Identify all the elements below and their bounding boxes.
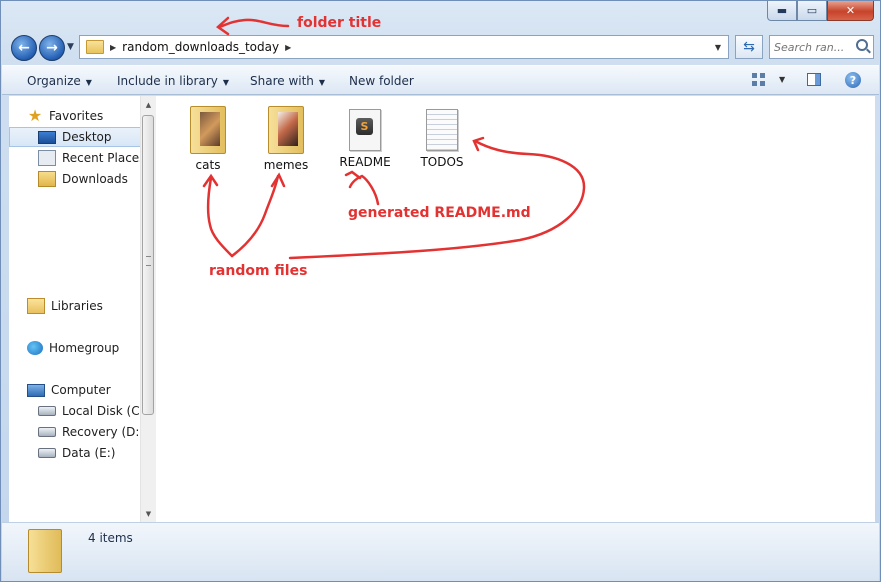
sidebar-item-label: Downloads [62, 172, 128, 186]
chevron-down-icon: ▼ [318, 78, 326, 87]
include-in-library-label: Include in library [117, 74, 218, 88]
navigation-pane: ★ Favorites Desktop Recent Places Downloa… [9, 96, 156, 522]
command-bar: Organize ▼ Include in library ▼ Share with… [2, 65, 879, 95]
organize-label: Organize [27, 74, 81, 88]
explorer-window: ▬ ▭ ✕ ← → ▼ ▶ random_downloads_today ▶ ▼… [0, 0, 881, 582]
sidebar-item-label: Recovery (D:) [62, 425, 145, 439]
address-dropdown[interactable]: ▼ [708, 36, 728, 58]
file-name: memes [263, 158, 309, 172]
recent-pages-dropdown[interactable]: ▼ [67, 42, 74, 52]
grip-icon [146, 256, 151, 266]
file-item-readme[interactable]: S README [335, 109, 395, 169]
change-view-icon[interactable] [752, 73, 766, 87]
downloads-icon [38, 171, 56, 187]
organize-menu[interactable]: Organize ▼ [27, 74, 92, 88]
annotation-random-files: random files [209, 263, 308, 279]
search-input[interactable] [770, 36, 862, 58]
navigation-row: ← → ▼ ▶ random_downloads_today ▶ ▼ ⇆ [9, 33, 875, 61]
sidebar-item-label: Homegroup [49, 341, 120, 355]
arrow-left-icon: ← [18, 40, 30, 56]
libraries-icon [27, 298, 45, 314]
file-item-memes[interactable]: memes [256, 106, 316, 172]
breadcrumb-chevron-icon[interactable]: ▶ [110, 43, 116, 52]
help-icon[interactable]: ? [845, 72, 861, 88]
recent-places-icon [38, 150, 56, 166]
sidebar-item-label: Data (E:) [62, 446, 116, 460]
file-item-cats[interactable]: cats [178, 106, 238, 172]
scroll-down-icon[interactable]: ▼ [141, 505, 156, 522]
folder-icon [268, 106, 304, 154]
arrow-right-icon: → [46, 40, 58, 56]
sublime-text-file-icon: S [349, 109, 381, 151]
sidebar-item-label: Libraries [51, 299, 103, 313]
text-file-icon [426, 109, 458, 151]
item-count: 4 items [88, 531, 133, 545]
include-in-library-menu[interactable]: Include in library ▼ [117, 74, 229, 88]
sidebar-item-data-e[interactable]: Data (E:) [38, 443, 115, 463]
maximize-button[interactable]: ▭ [797, 1, 827, 21]
hard-drive-icon [38, 406, 56, 416]
chevron-down-icon: ▼ [85, 78, 92, 87]
back-button[interactable]: ← [11, 35, 37, 61]
file-name: README [339, 155, 391, 169]
photo-thumbnail [200, 112, 220, 146]
search-icon[interactable] [856, 39, 868, 51]
sidebar-item-recent-places[interactable]: Recent Places [38, 148, 145, 168]
breadcrumb-folder[interactable]: random_downloads_today [122, 40, 279, 54]
close-button[interactable]: ✕ [827, 1, 874, 21]
sidebar-item-label: Local Disk (C:) [62, 404, 149, 418]
refresh-button[interactable]: ⇆ [735, 35, 763, 59]
star-icon: ★ [27, 106, 43, 125]
folder-icon [190, 106, 226, 154]
share-with-menu[interactable]: Share with ▼ [250, 74, 325, 88]
file-list: cats memes S README TODOS [156, 96, 875, 522]
sidebar-scrollbar[interactable]: ▲ ▼ [140, 96, 156, 522]
search-box[interactable] [769, 35, 874, 59]
address-bar[interactable]: ▶ random_downloads_today ▶ ▼ [79, 35, 729, 59]
share-with-label: Share with [250, 74, 314, 88]
sidebar-item-label: Desktop [62, 130, 112, 144]
chevron-down-icon: ▼ [222, 78, 230, 87]
sidebar-item-local-disk-c[interactable]: Local Disk (C:) [38, 401, 148, 421]
folder-icon [86, 40, 104, 54]
sidebar-item-desktop[interactable]: Desktop [9, 127, 145, 147]
file-item-todos[interactable]: TODOS [412, 109, 472, 169]
sidebar-item-homegroup[interactable]: Homegroup [27, 338, 119, 358]
preview-pane-icon[interactable] [807, 73, 821, 86]
sidebar-item-label: Recent Places [62, 151, 146, 165]
sidebar-item-label: Computer [51, 383, 111, 397]
breadcrumb-chevron-icon[interactable]: ▶ [285, 43, 291, 52]
sidebar-item-downloads[interactable]: Downloads [38, 169, 128, 189]
scrollbar-thumb[interactable] [142, 115, 154, 415]
hard-drive-icon [38, 427, 56, 437]
annotation-folder-title: folder title [297, 15, 382, 31]
sidebar-item-label: Favorites [49, 109, 104, 123]
sidebar-item-computer[interactable]: Computer [27, 380, 111, 400]
scroll-up-icon[interactable]: ▲ [141, 96, 156, 113]
view-options-dropdown[interactable]: ▼ [779, 75, 785, 84]
folder-icon [28, 529, 62, 573]
file-name: TODOS [420, 155, 464, 169]
sidebar-item-favorites[interactable]: ★ Favorites [27, 106, 103, 126]
computer-icon [27, 383, 45, 397]
refresh-icon: ⇆ [743, 39, 755, 55]
forward-button[interactable]: → [39, 35, 65, 61]
annotation-generated-readme: generated README.md [348, 205, 531, 221]
hard-drive-icon [38, 448, 56, 458]
photo-thumbnail [278, 112, 298, 146]
sidebar-item-libraries[interactable]: Libraries [27, 296, 103, 316]
sidebar-item-recovery-d[interactable]: Recovery (D:) [38, 422, 144, 442]
window-controls: ▬ ▭ ✕ [767, 1, 874, 21]
details-pane: 4 items [2, 522, 879, 581]
homegroup-icon [27, 341, 43, 355]
desktop-icon [38, 130, 56, 144]
minimize-button[interactable]: ▬ [767, 1, 797, 21]
file-name: cats [195, 158, 221, 172]
new-folder-button[interactable]: New folder [349, 74, 414, 88]
